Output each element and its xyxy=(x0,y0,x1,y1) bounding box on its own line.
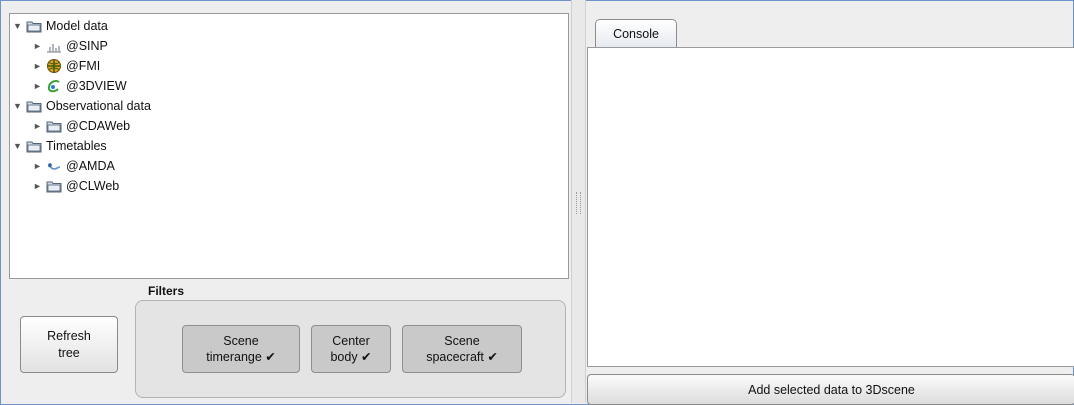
tab-bar: Console xyxy=(587,13,1074,48)
tree-node-amda[interactable]: ► @AMDA xyxy=(32,156,115,176)
filters-group: Scene timerange ✔ Center body ✔ Scene sp… xyxy=(135,300,566,398)
tab-console[interactable]: Console xyxy=(595,19,677,47)
tree-node-label: Model data xyxy=(46,19,108,33)
tree-node-label: Observational data xyxy=(46,99,151,113)
filter-line2: body ✔ xyxy=(330,350,372,364)
expand-toggle-icon[interactable]: ► xyxy=(32,121,43,131)
tree-node-model-data[interactable]: ▼ Model data xyxy=(12,16,108,36)
filter-line1: Center xyxy=(332,334,370,348)
filter-line2: spacecraft ✔ xyxy=(426,350,498,364)
expand-toggle-icon[interactable]: ► xyxy=(32,81,43,91)
folder-icon xyxy=(26,98,42,114)
tree-node-label: @CDAWeb xyxy=(66,119,131,133)
folder-icon xyxy=(46,118,62,134)
filter-line1: Scene xyxy=(223,334,259,348)
panel-splitter[interactable] xyxy=(571,0,586,403)
chart-icon xyxy=(46,38,62,54)
expand-toggle-icon[interactable]: ► xyxy=(32,61,43,71)
tree-node-cdaweb[interactable]: ► @CDAWeb xyxy=(32,116,130,136)
filters-label: Filters xyxy=(148,284,185,298)
data-tree[interactable]: ▼ Model data ► @SINP ► @FMI ► @3DVIEW ▼ … xyxy=(9,13,569,279)
console-output[interactable] xyxy=(587,48,1074,367)
splitter-grip-icon[interactable] xyxy=(576,192,581,214)
refresh-line1: Refresh xyxy=(47,328,91,343)
scene-timerange-filter-button[interactable]: Scene timerange ✔ xyxy=(182,325,300,373)
expand-toggle-icon[interactable]: ► xyxy=(32,161,43,171)
tree-node-label: @3DVIEW xyxy=(66,79,127,93)
tree-node-label: @FMI xyxy=(66,59,101,73)
expand-toggle-icon[interactable]: ▼ xyxy=(12,21,23,31)
tree-node-timetables[interactable]: ▼ Timetables xyxy=(12,136,107,156)
globe-icon xyxy=(46,58,62,74)
expand-toggle-icon[interactable]: ► xyxy=(32,41,43,51)
folder-icon xyxy=(26,18,42,34)
expand-toggle-icon[interactable]: ▼ xyxy=(12,101,23,111)
folder-icon xyxy=(46,178,62,194)
filter-line2: timerange ✔ xyxy=(206,350,276,364)
tree-node-label: @SINP xyxy=(66,39,108,53)
expand-toggle-icon[interactable]: ► xyxy=(32,181,43,191)
tree-node-fmi[interactable]: ► @FMI xyxy=(32,56,100,76)
orbit-icon xyxy=(46,78,62,94)
refresh-line2: tree xyxy=(58,345,80,360)
tree-node-clweb[interactable]: ► @CLWeb xyxy=(32,176,119,196)
amda-icon xyxy=(46,158,62,174)
expand-toggle-icon[interactable]: ▼ xyxy=(12,141,23,151)
refresh-tree-button[interactable]: Refresh tree xyxy=(20,316,118,373)
filter-line1: Scene xyxy=(444,334,480,348)
tree-node-observational-data[interactable]: ▼ Observational data xyxy=(12,96,151,116)
tree-node-label: Timetables xyxy=(46,139,107,153)
scene-spacecraft-filter-button[interactable]: Scene spacecraft ✔ xyxy=(402,325,522,373)
tree-node-label: @AMDA xyxy=(66,159,115,173)
tree-node-sinp[interactable]: ► @SINP xyxy=(32,36,108,56)
tree-node-label: @CLWeb xyxy=(66,179,120,193)
folder-icon xyxy=(26,138,42,154)
tree-node-3dview[interactable]: ► @3DVIEW xyxy=(32,76,127,96)
center-body-filter-button[interactable]: Center body ✔ xyxy=(311,325,391,373)
add-to-3dscene-button[interactable]: Add selected data to 3Dscene xyxy=(587,374,1074,405)
